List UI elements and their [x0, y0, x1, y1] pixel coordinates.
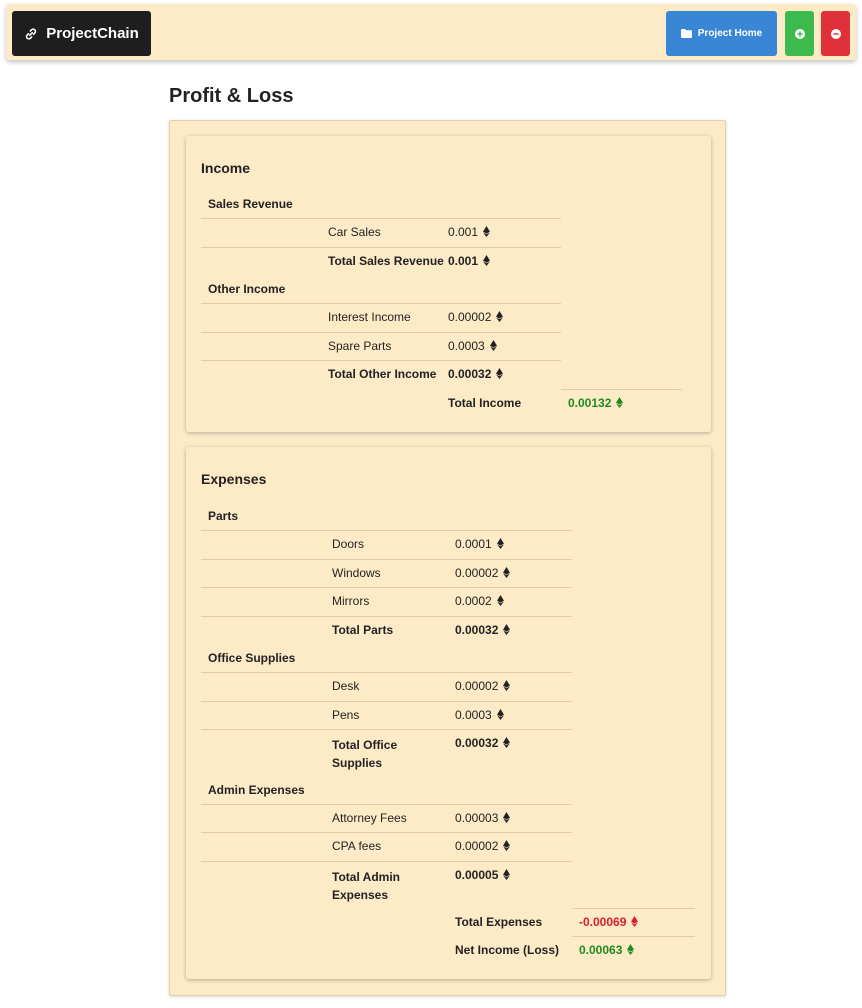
page-title: Profit & Loss — [169, 85, 294, 107]
item-label: Interest Income — [328, 310, 411, 324]
ethereum-icon — [503, 869, 510, 880]
brand-logo[interactable]: ProjectChain — [12, 11, 151, 56]
expenses-total-row: Total Expenses -0.00069 — [201, 908, 695, 937]
group-name: Admin Expenses — [208, 783, 305, 797]
item-value: 0.00002 — [455, 566, 499, 580]
net-income-label: Net Income (Loss) — [455, 943, 560, 957]
expense-group-header: Admin Expenses — [201, 776, 572, 805]
project-home-label: Project Home — [697, 28, 763, 39]
minus-circle-icon — [830, 28, 841, 39]
group-total-label: Total Sales Revenue — [328, 254, 444, 268]
expense-line-item: CPA fees 0.00002 — [201, 832, 572, 861]
group-total-label: Total Office Supplies — [332, 738, 398, 770]
group-total-value: 0.00032 — [455, 623, 499, 637]
income-line-item: Spare Parts 0.0003 — [201, 332, 561, 361]
expense-group-header: Office Supplies — [201, 644, 572, 673]
ethereum-icon — [497, 595, 504, 606]
item-value: 0.0003 — [448, 339, 485, 353]
net-income-row: Net Income (Loss) 0.00063 — [201, 936, 695, 965]
income-group-total: Total Sales Revenue 0.001 — [201, 247, 561, 276]
expenses-title: Expenses — [201, 471, 267, 487]
ethereum-icon — [490, 340, 497, 351]
ethereum-icon — [497, 709, 504, 720]
expense-line-item: Mirrors 0.0002 — [201, 587, 572, 616]
project-home-button[interactable]: Project Home — [666, 11, 777, 56]
item-label: CPA fees — [332, 839, 382, 853]
expense-line-item: Windows 0.00002 — [201, 559, 572, 588]
ethereum-icon — [631, 916, 638, 927]
group-total-value: 0.00005 — [455, 868, 499, 882]
plus-circle-icon — [794, 28, 805, 39]
item-label: Car Sales — [328, 225, 381, 239]
income-group-header: Sales Revenue — [201, 190, 561, 219]
ethereum-icon — [483, 255, 490, 266]
folder-icon — [680, 29, 692, 38]
expense-group-total: Total Office Supplies 0.00032 — [201, 729, 572, 776]
ethereum-icon — [503, 624, 510, 635]
item-label: Doors — [332, 537, 365, 551]
income-group-header: Other Income — [201, 275, 561, 304]
expense-line-item: Pens 0.0003 — [201, 701, 572, 730]
item-label: Spare Parts — [328, 339, 392, 353]
report-container: Income Sales Revenue Car Sales 0.001 Tot… — [169, 120, 726, 996]
ethereum-icon — [497, 538, 504, 549]
ethereum-icon — [616, 397, 623, 408]
group-total-label: Total Parts — [332, 623, 394, 637]
add-button[interactable] — [785, 11, 814, 56]
ethereum-icon — [503, 737, 510, 748]
income-total-value: 0.00132 — [568, 396, 612, 410]
income-group-total: Total Other Income 0.00032 — [201, 360, 561, 389]
item-label: Windows — [332, 566, 381, 580]
item-value: 0.0003 — [455, 708, 492, 722]
income-line-item: Interest Income 0.00002 — [201, 303, 561, 332]
item-value: 0.0001 — [455, 537, 492, 551]
item-value: 0.00003 — [455, 811, 499, 825]
income-total-label: Total Income — [448, 396, 522, 410]
net-income-value: 0.00063 — [579, 943, 623, 957]
group-total-label: Total Other Income — [328, 367, 437, 381]
item-value: 0.001 — [448, 225, 479, 239]
income-line-item: Car Sales 0.001 — [201, 218, 561, 247]
ethereum-icon — [627, 944, 634, 955]
item-label: Pens — [332, 708, 360, 722]
ethereum-icon — [483, 226, 490, 237]
group-name: Sales Revenue — [208, 197, 293, 211]
income-card: Income Sales Revenue Car Sales 0.001 Tot… — [186, 136, 711, 432]
item-value: 0.00002 — [455, 679, 499, 693]
item-value: 0.0002 — [455, 594, 492, 608]
expenses-total-value: -0.00069 — [579, 915, 627, 929]
expense-line-item: Desk 0.00002 — [201, 672, 572, 701]
item-value: 0.00002 — [448, 310, 492, 324]
income-title: Income — [201, 160, 251, 176]
group-name: Office Supplies — [208, 651, 296, 665]
group-name: Other Income — [208, 282, 286, 296]
expenses-card: Expenses Parts Doors 0.0001 Windows 0.00… — [186, 447, 711, 979]
ethereum-icon — [503, 812, 510, 823]
group-total-value: 0.00032 — [448, 367, 492, 381]
expense-group-header: Parts — [201, 502, 572, 531]
ethereum-icon — [496, 368, 503, 379]
item-label: Mirrors — [332, 594, 370, 608]
item-label: Attorney Fees — [332, 811, 407, 825]
group-total-label: Total Admin Expenses — [332, 870, 400, 902]
link-icon — [26, 27, 37, 40]
expense-group-total: Total Parts 0.00032 — [201, 616, 572, 645]
top-navbar: ProjectChain Project Home — [6, 4, 856, 60]
expense-line-item: Attorney Fees 0.00003 — [201, 804, 572, 833]
item-value: 0.00002 — [455, 839, 499, 853]
brand-name: ProjectChain — [46, 25, 139, 42]
ethereum-icon — [503, 680, 510, 691]
expense-group-total: Total Admin Expenses 0.00005 — [201, 861, 572, 908]
ethereum-icon — [496, 311, 503, 322]
expenses-total-label: Total Expenses — [455, 915, 543, 929]
group-name: Parts — [208, 509, 239, 523]
item-label: Desk — [332, 679, 360, 693]
group-total-value: 0.00032 — [455, 736, 499, 750]
remove-button[interactable] — [821, 11, 850, 56]
ethereum-icon — [503, 840, 510, 851]
group-total-value: 0.001 — [448, 254, 479, 268]
income-total-row: Total Income 0.00132 — [201, 389, 682, 418]
expense-line-item: Doors 0.0001 — [201, 530, 572, 559]
ethereum-icon — [503, 567, 510, 578]
